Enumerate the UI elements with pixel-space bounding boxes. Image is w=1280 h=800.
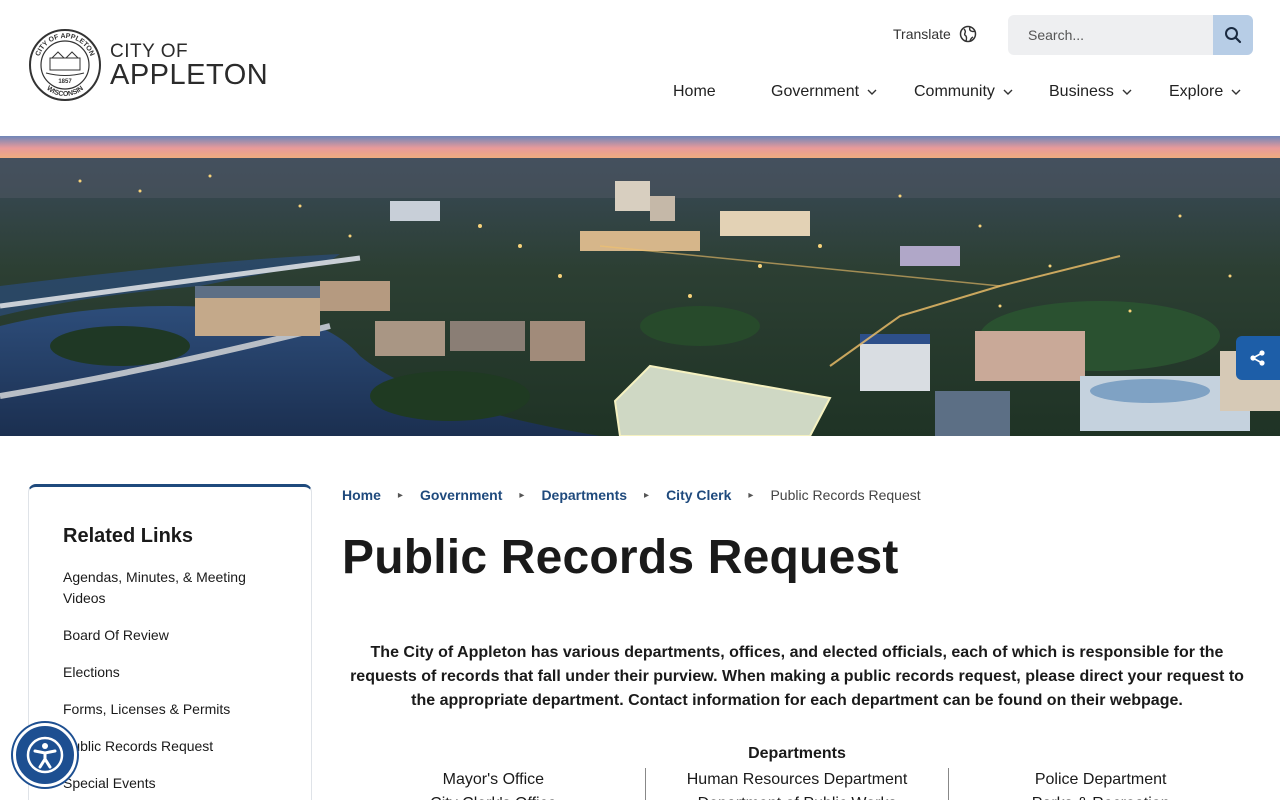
chevron-down-icon (867, 89, 877, 95)
dept-link-parks-recreation[interactable]: Parks & Recreation (949, 792, 1252, 800)
accessibility-button[interactable] (13, 723, 77, 787)
sidebar-title: Related Links (63, 525, 194, 547)
nav-label: Home (673, 83, 716, 100)
dept-link-police[interactable]: Police Department (949, 768, 1252, 792)
nav-government[interactable]: Government (771, 83, 877, 101)
departments-heading: Departments (748, 745, 846, 762)
search-input[interactable] (1008, 15, 1213, 55)
nav-home[interactable]: Home (673, 83, 716, 101)
search-icon (1225, 27, 1242, 44)
nav-label: Explore (1169, 83, 1224, 100)
sidebar-link-forms-licenses[interactable]: Forms, Licenses & Permits (63, 699, 273, 720)
nav-business[interactable]: Business (1049, 83, 1132, 101)
dept-link-public-works[interactable]: Department of Public Works (646, 792, 949, 800)
chevron-down-icon (1122, 89, 1132, 95)
dept-link-city-clerk[interactable]: City Clerk's Office (342, 792, 645, 800)
dept-link-mayors-office[interactable]: Mayor's Office (342, 768, 645, 792)
translate-label: Translate (893, 26, 951, 42)
nav-label: Business (1049, 83, 1114, 100)
accessibility-icon (26, 736, 64, 774)
sidebar-link-board-of-review[interactable]: Board Of Review (63, 625, 273, 646)
dept-link-human-resources[interactable]: Human Resources Department (646, 768, 949, 792)
sidebar-link-agendas[interactable]: Agendas, Minutes, & Meeting Videos (63, 567, 273, 609)
sidebar-link-special-events[interactable]: Special Events (63, 773, 273, 794)
sidebar-link-elections[interactable]: Elections (63, 662, 273, 683)
city-aerial-illustration (0, 136, 1280, 436)
breadcrumb-current: Public Records Request (770, 487, 921, 503)
search-bar (1008, 15, 1253, 55)
site-header: CITY OF APPLETON WISCONSIN 1857 CITY OF … (0, 0, 1280, 136)
chevron-down-icon (1003, 89, 1013, 95)
logo-line-2: APPLETON (110, 59, 269, 91)
translate-button[interactable]: Translate (893, 25, 977, 43)
share-icon (1250, 350, 1265, 366)
city-seal-icon: CITY OF APPLETON WISCONSIN 1857 (29, 29, 101, 101)
breadcrumb-separator-icon: ▸ (644, 489, 650, 501)
related-links-list: Agendas, Minutes, & Meeting Videos Board… (63, 567, 273, 800)
breadcrumb-separator-icon: ▸ (397, 489, 403, 501)
page-title: Public Records Request (342, 531, 899, 584)
globe-icon (959, 25, 977, 43)
nav-label: Government (771, 83, 860, 100)
breadcrumb-home[interactable]: Home (342, 487, 381, 503)
breadcrumb-city-clerk[interactable]: City Clerk (666, 487, 731, 503)
sidebar-link-public-records[interactable]: Public Records Request (63, 736, 273, 757)
logo-wordmark: CITY OF APPLETON (110, 40, 268, 90)
hero-banner-image (0, 136, 1280, 436)
breadcrumb: Home ▸ Government ▸ Departments ▸ City C… (342, 487, 921, 503)
departments-column: Human Resources Department Department of… (644, 768, 949, 800)
breadcrumb-separator-icon: ▸ (519, 489, 525, 501)
search-button[interactable] (1213, 15, 1253, 55)
nav-label: Community (914, 83, 995, 100)
breadcrumb-government[interactable]: Government (420, 487, 502, 503)
departments-column: Police Department Parks & Recreation (948, 768, 1252, 800)
nav-community[interactable]: Community (914, 83, 1013, 101)
city-logo[interactable]: CITY OF APPLETON WISCONSIN 1857 CITY OF … (28, 28, 268, 102)
intro-paragraph: The City of Appleton has various departm… (350, 644, 1244, 709)
seal-year: 1857 (58, 79, 72, 85)
breadcrumb-departments[interactable]: Departments (541, 487, 627, 503)
share-button[interactable] (1236, 336, 1280, 380)
nav-explore[interactable]: Explore (1169, 83, 1241, 101)
departments-column: Mayor's Office City Clerk's Office (342, 768, 645, 800)
breadcrumb-separator-icon: ▸ (748, 489, 754, 501)
chevron-down-icon (1231, 89, 1241, 95)
departments-table: Mayor's Office City Clerk's Office Human… (342, 768, 1252, 800)
